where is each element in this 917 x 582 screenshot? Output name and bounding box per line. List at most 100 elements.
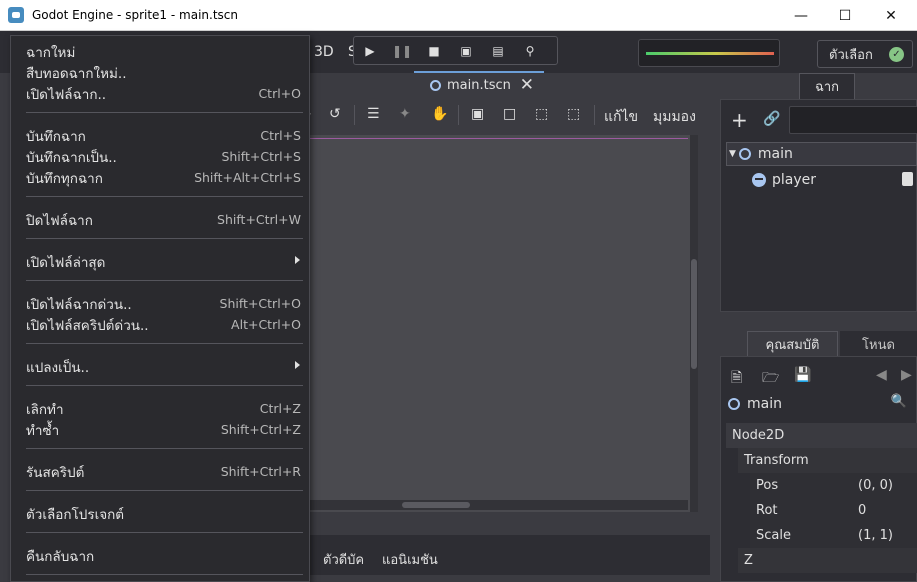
menu-item-quick-open-script[interactable]: เปิดไฟล์สคริปต์ด่วน.. Alt+Ctrl+O xyxy=(11,314,309,335)
group-icon[interactable]: ⬚ xyxy=(535,106,548,122)
options-label: ตัวเลือก xyxy=(829,47,873,63)
menu-item-convert-to[interactable]: แปลงเป็น.. xyxy=(11,356,309,377)
play-icon[interactable]: ▶ xyxy=(354,37,386,64)
options-button[interactable]: ตัวเลือก ✓ xyxy=(817,40,913,68)
pause-icon[interactable]: ❚❚ xyxy=(386,37,418,64)
menu-item-save-scene[interactable]: บันทึกฉาก Ctrl+S xyxy=(11,125,309,146)
new-resource-icon[interactable]: 🗎 xyxy=(731,367,742,391)
menu-item-shortcut: Shift+Ctrl+S xyxy=(221,149,301,164)
submenu-arrow-icon xyxy=(295,361,300,369)
edit-menu[interactable]: แก้ไข xyxy=(604,106,638,128)
link-icon[interactable]: 🔗 xyxy=(763,111,780,127)
property-pos[interactable]: Pos (0, 0) xyxy=(750,473,917,498)
menu-item-label: ฉากใหม่ xyxy=(26,44,76,61)
remote-debug-icon[interactable]: ⚲ xyxy=(514,37,546,64)
canvas-viewport[interactable] xyxy=(310,135,697,512)
menu-item-new-scene[interactable]: ฉากใหม่ xyxy=(11,41,309,62)
menu-item-project-settings[interactable]: ตัวเลือกโปรเจกต์ xyxy=(11,503,309,524)
property-value[interactable]: (0, 0) xyxy=(858,478,893,493)
pan-icon[interactable]: ✋ xyxy=(431,106,448,122)
inspector-node-name: main xyxy=(747,396,782,412)
search-icon[interactable]: 🔍 xyxy=(891,394,907,409)
property-value[interactable]: (1, 1) xyxy=(858,528,893,543)
scene-filter-input[interactable] xyxy=(789,106,917,134)
tree-node-main[interactable]: ▼ main xyxy=(726,142,917,166)
menu-item-shortcut: Shift+Ctrl+R xyxy=(220,464,301,479)
tab-inspector[interactable]: คุณสมบัติ xyxy=(747,331,838,357)
menu-item-label: แปลงเป็น.. xyxy=(26,359,90,376)
history-forward-icon[interactable]: ▶ xyxy=(901,367,912,383)
add-node-icon[interactable]: + xyxy=(731,108,748,132)
menu-item-label: ทำซ้ำ xyxy=(26,422,60,439)
tab-scene[interactable]: ฉาก xyxy=(799,73,855,99)
unlock-icon[interactable]: □ xyxy=(503,106,516,122)
menu-item-revert-scene[interactable]: คืนกลับฉาก xyxy=(11,545,309,566)
godot-logo-icon xyxy=(8,7,24,23)
menu-item-undo[interactable]: เลิกทำ Ctrl+Z xyxy=(11,398,309,419)
menu-item-shortcut: Shift+Ctrl+Z xyxy=(220,422,301,437)
menu-item-new-inherited-scene[interactable]: สืบทอดฉากใหม่.. xyxy=(11,62,309,83)
menu-item-label: บันทึกฉากเป็น.. xyxy=(26,149,117,166)
menu-item-save-scene-as[interactable]: บันทึกฉากเป็น.. Shift+Ctrl+S xyxy=(11,146,309,167)
view-menu[interactable]: มุมมอง xyxy=(653,106,696,128)
window-title: Godot Engine - sprite1 - main.tscn xyxy=(32,8,238,22)
menu-item-quick-open-scene[interactable]: เปิดไฟล์ฉากด่วน.. Shift+Ctrl+O xyxy=(11,293,309,314)
play-controls: ▶ ❚❚ ■ ▣ ▤ ⚲ xyxy=(353,36,558,65)
window-titlebar: Godot Engine - sprite1 - main.tscn — ☐ ✕ xyxy=(0,0,917,31)
file-menu: ฉากใหม่ สืบทอดฉากใหม่.. เปิดไฟล์ฉาก.. Ct… xyxy=(10,35,310,582)
play-scene-icon[interactable]: ▣ xyxy=(450,37,482,64)
menu-item-shortcut: Shift+Alt+Ctrl+S xyxy=(194,170,301,185)
menu-item-label: สืบทอดฉากใหม่.. xyxy=(26,65,127,82)
property-label: Rot xyxy=(756,503,778,518)
stop-icon[interactable]: ■ xyxy=(418,37,450,64)
ungroup-icon[interactable]: ⬚ xyxy=(567,106,580,122)
tab-debugger[interactable]: ตัวดีบัค xyxy=(323,549,364,570)
history-back-icon[interactable]: ◀ xyxy=(876,367,887,383)
close-tab-icon[interactable]: ✕ xyxy=(520,75,534,95)
menu-item-shortcut: Shift+Ctrl+W xyxy=(217,212,301,227)
menu-item-shortcut: Shift+Ctrl+O xyxy=(219,296,301,311)
viewport-hscrollbar[interactable] xyxy=(310,500,688,510)
play-custom-scene-icon[interactable]: ▤ xyxy=(482,37,514,64)
viewport-vscrollbar[interactable] xyxy=(690,135,698,512)
tab-animation[interactable]: แอนิเมชัน xyxy=(382,549,438,570)
menu-item-label: บันทึกทุกฉาก xyxy=(26,170,103,187)
menu-item-open-scene[interactable]: เปิดไฟล์ฉาก.. Ctrl+O xyxy=(11,83,309,104)
property-value[interactable]: 0 xyxy=(858,503,866,518)
menu-item-shortcut: Ctrl+S xyxy=(260,128,301,143)
menu-item-close-scene[interactable]: ปิดไฟล์ฉาก Shift+Ctrl+W xyxy=(11,209,309,230)
lock-icon[interactable]: ▣ xyxy=(471,106,484,122)
property-scale[interactable]: Scale (1, 1) xyxy=(750,523,917,548)
scene-tab-main[interactable]: main.tscn ✕ xyxy=(414,71,544,97)
save-icon[interactable]: 💾 xyxy=(794,367,811,383)
menu-item-label: ตัวเลือกโปรเจกต์ xyxy=(26,506,125,523)
menu-item-save-all-scenes[interactable]: บันทึกทุกฉาก Shift+Alt+Ctrl+S xyxy=(11,167,309,188)
maximize-icon[interactable]: ☐ xyxy=(822,0,868,31)
inspector-section-z[interactable]: Z xyxy=(738,548,917,573)
tab-node[interactable]: โหนด xyxy=(840,331,917,357)
menu-item-label: เปิดไฟล์ฉากด่วน.. xyxy=(26,296,132,313)
expand-arrow-icon[interactable]: ▼ xyxy=(729,149,736,159)
bottom-panel: ตัวดีบัค แอนิเมชัน xyxy=(310,535,710,575)
menu-item-open-recent[interactable]: เปิดไฟล์ล่าสุด xyxy=(11,251,309,272)
open-folder-icon[interactable]: 🗁 xyxy=(762,367,779,391)
menu-item-run-script[interactable]: รันสคริปต์ Shift+Ctrl+R xyxy=(11,461,309,482)
scene-dock: + 🔗 xyxy=(720,99,917,312)
menu-item-redo[interactable]: ทำซ้ำ Shift+Ctrl+Z xyxy=(11,419,309,440)
mode-3d-button[interactable]: 3D xyxy=(314,44,334,60)
pivot-icon[interactable]: ✦ xyxy=(399,106,411,122)
menu-item-shortcut: Alt+Ctrl+O xyxy=(231,317,301,332)
rotate-icon[interactable]: ↺ xyxy=(329,106,341,122)
close-icon[interactable]: ✕ xyxy=(868,0,914,31)
menu-item-label: เปิดไฟล์ล่าสุด xyxy=(26,254,106,271)
tree-node-player[interactable]: player xyxy=(752,168,917,192)
menu-item-label: เลิกทำ xyxy=(26,401,64,418)
inspector-category: Node2D xyxy=(726,423,917,448)
script-icon[interactable] xyxy=(902,172,913,186)
menu-item-shortcut: Ctrl+O xyxy=(258,86,301,101)
menu-item-label: เปิดไฟล์ฉาก.. xyxy=(26,86,107,103)
inspector-section-transform[interactable]: Transform xyxy=(738,448,917,473)
minimize-icon[interactable]: — xyxy=(778,0,824,31)
list-select-icon[interactable]: ☰ xyxy=(367,106,380,122)
property-rot[interactable]: Rot 0 xyxy=(750,498,917,523)
